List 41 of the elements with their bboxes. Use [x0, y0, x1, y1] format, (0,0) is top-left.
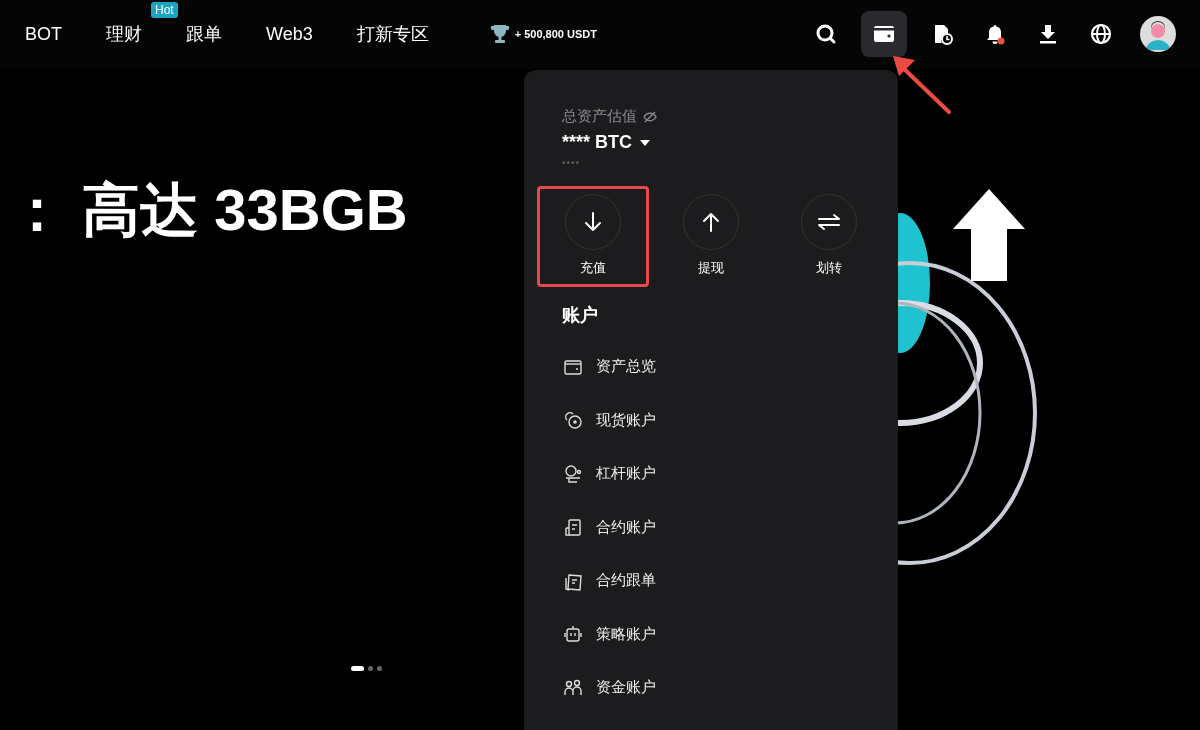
document-icon — [563, 517, 583, 538]
nav-link[interactable]: 理财 — [106, 24, 142, 44]
banner-headline: ： 高达 33BGB — [8, 176, 408, 244]
caret-icon[interactable] — [640, 139, 650, 146]
wallet-icon — [873, 23, 895, 45]
person-scale-icon — [563, 463, 583, 484]
annotation-arrow — [891, 54, 953, 116]
nav-link[interactable]: 打新专区 — [356, 24, 429, 44]
nav-link[interactable]: 跟单 — [186, 24, 222, 44]
carousel-dot[interactable] — [368, 666, 373, 671]
hot-badge: Hot — [151, 2, 178, 18]
bell-icon — [984, 23, 1006, 45]
action-button[interactable]: 提现 — [655, 186, 767, 287]
carousel-dot[interactable] — [377, 666, 382, 671]
account-menu-item[interactable]: 策略账户 — [563, 607, 703, 661]
reward-amount[interactable]: + 500,800 USDT — [514, 28, 597, 40]
eye-slash-icon[interactable] — [643, 110, 657, 123]
account-menu-item[interactable]: 杠杆账户 — [563, 447, 703, 501]
download-icon — [1037, 23, 1059, 45]
account-menu-item[interactable]: 合约账户 — [563, 500, 703, 554]
wallet-button[interactable] — [861, 11, 907, 57]
nav-link[interactable]: BOT — [25, 23, 62, 44]
nav-link[interactable]: Web3 — [266, 23, 313, 44]
coin-icon — [563, 410, 583, 431]
globe-icon — [1090, 23, 1112, 45]
account-menu-item[interactable]: 现货账户 — [563, 393, 703, 447]
balance-value: **** BTC — [562, 132, 632, 153]
people-icon — [563, 677, 583, 698]
action-button[interactable]: 划转 — [773, 186, 885, 287]
account-menu-item[interactable]: 资产总览 — [563, 340, 703, 394]
robot-icon — [563, 624, 583, 645]
search-icon — [815, 23, 837, 45]
section-heading: 账户 — [562, 304, 599, 327]
up-arrow-icon — [953, 189, 1025, 281]
avatar[interactable] — [1140, 16, 1176, 52]
trophy-icon — [490, 24, 509, 44]
account-menu-item[interactable]: 资金账户 — [563, 661, 703, 715]
action-button[interactable]: 充值 — [537, 186, 649, 287]
account-menu-item[interactable]: 合约跟单 — [563, 554, 703, 608]
sub-balance: **** — [562, 159, 581, 169]
total-assets-label: 总资产估值 — [562, 107, 637, 126]
